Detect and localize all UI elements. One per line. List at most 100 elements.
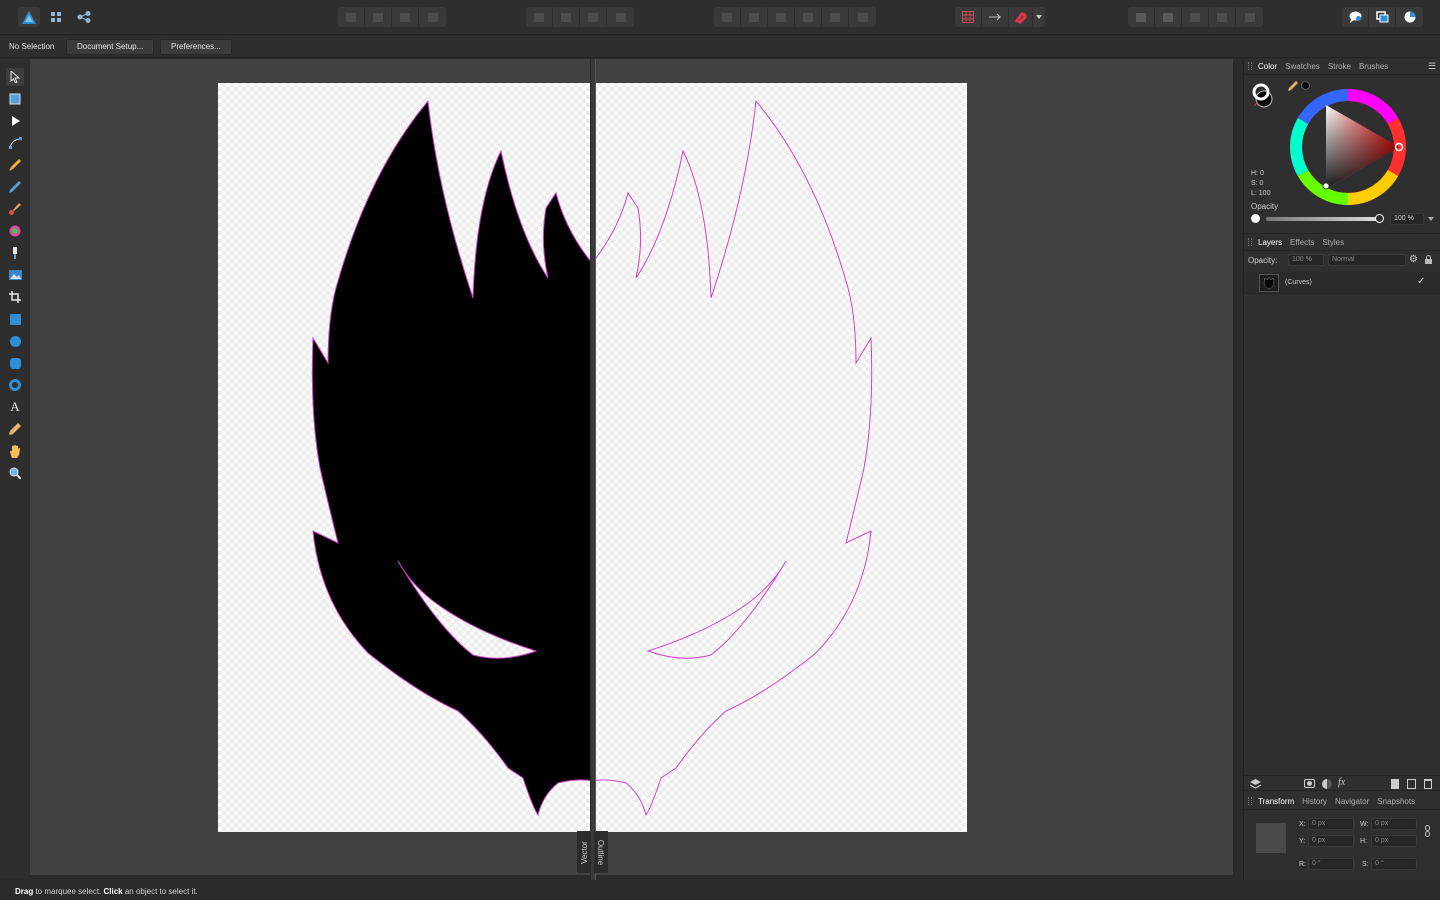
tab-stroke[interactable]: Stroke <box>1328 62 1351 71</box>
fx-effects-icon[interactable]: fx <box>1338 777 1345 788</box>
anchor-selector[interactable] <box>1256 823 1286 853</box>
shear-field[interactable]: 0 ° <box>1371 858 1417 870</box>
tab-history[interactable]: History <box>1302 797 1327 806</box>
move-forward-icon[interactable] <box>392 7 419 27</box>
tab-layers[interactable]: Layers <box>1258 238 1282 247</box>
pixel-persona-icon[interactable] <box>45 7 67 27</box>
align-right-icon[interactable] <box>768 7 795 27</box>
link-aspect-icon[interactable] <box>1425 825 1430 839</box>
move-to-front-icon[interactable] <box>419 7 446 27</box>
color-wheel[interactable] <box>1289 88 1407 208</box>
canvas-workspace[interactable]: Vector Outline <box>30 59 1233 885</box>
pen-tool-icon[interactable] <box>6 156 24 174</box>
grid-icon[interactable] <box>955 7 982 27</box>
alignment-guide-icon[interactable] <box>982 7 1009 27</box>
layer-opacity-field[interactable]: 100 % <box>1288 254 1324 266</box>
flip-rotate-group <box>526 7 634 27</box>
status-click-keyword: Click <box>103 887 123 896</box>
boolean-divide-icon[interactable] <box>1236 7 1263 27</box>
shape-palette-icon[interactable] <box>1396 7 1423 27</box>
tab-transform[interactable]: Transform <box>1258 797 1294 806</box>
tab-brushes[interactable]: Brushes <box>1359 62 1388 71</box>
opacity-slider-handle[interactable] <box>1375 214 1384 223</box>
align-top-icon[interactable] <box>795 7 822 27</box>
node-tool-icon[interactable] <box>6 112 24 130</box>
adjustment-layer-icon[interactable] <box>1322 779 1332 789</box>
boolean-xor-icon[interactable] <box>1209 7 1236 27</box>
zoom-tool-icon[interactable] <box>6 464 24 482</box>
ellipse-tool-icon[interactable] <box>6 332 24 350</box>
assistant-icon[interactable] <box>1342 7 1369 27</box>
add-group-icon[interactable] <box>1407 779 1416 789</box>
boolean-intersect-icon[interactable] <box>1182 7 1209 27</box>
crop-tool-icon[interactable] <box>6 288 24 306</box>
fill-stroke-swatch[interactable] <box>1252 83 1280 111</box>
preferences-button[interactable]: Preferences... <box>160 39 232 55</box>
vector-view-tab[interactable]: Vector <box>577 831 591 873</box>
tab-swatches[interactable]: Swatches <box>1285 62 1320 71</box>
layer-lock-icon[interactable] <box>1425 255 1432 266</box>
duplicate-icon[interactable] <box>1369 7 1396 27</box>
opacity-dropdown-icon[interactable] <box>1428 214 1434 223</box>
align-bottom-icon[interactable] <box>849 7 876 27</box>
delete-layer-trash-icon[interactable] <box>1424 779 1432 789</box>
move-tool-icon[interactable] <box>6 68 24 86</box>
snapping-dropdown-icon[interactable] <box>1033 7 1045 27</box>
mask-layer-icon[interactable] <box>1304 779 1315 788</box>
designer-persona-icon[interactable] <box>18 7 40 27</box>
tab-effects[interactable]: Effects <box>1290 238 1314 247</box>
boolean-subtract-icon[interactable] <box>1155 7 1182 27</box>
rotate-left-icon[interactable] <box>580 7 607 27</box>
panel-menu-icon[interactable]: ☰ <box>1428 61 1436 72</box>
align-left-icon[interactable] <box>714 7 741 27</box>
color-picker-tool-icon[interactable] <box>6 420 24 438</box>
opacity-value-field[interactable]: 100 % <box>1390 213 1424 225</box>
outline-view-tab[interactable]: Outline <box>594 831 608 873</box>
w-field[interactable]: 0 px <box>1371 818 1417 830</box>
rotation-field[interactable]: 0 ° <box>1308 858 1354 870</box>
boolean-group <box>1128 7 1263 27</box>
boolean-add-icon[interactable] <box>1128 7 1155 27</box>
rounded-rectangle-tool-icon[interactable] <box>6 354 24 372</box>
move-back-icon[interactable] <box>365 7 392 27</box>
export-persona-icon[interactable] <box>73 7 95 27</box>
align-center-icon[interactable] <box>741 7 768 27</box>
layers-stack-icon[interactable] <box>1249 779 1262 791</box>
blend-mode-select[interactable]: Normal <box>1328 254 1406 266</box>
vector-brush-tool-icon[interactable] <box>6 200 24 218</box>
layer-row-curves[interactable]: (Curves) ✓ <box>1244 272 1440 294</box>
transform-panel-tabs: Transform History Navigator Snapshots <box>1244 794 1440 808</box>
y-field[interactable]: 0 px <box>1308 835 1354 847</box>
artistic-text-tool-icon[interactable]: A <box>6 398 24 416</box>
flip-vertical-icon[interactable] <box>553 7 580 27</box>
split-view-divider[interactable] <box>590 59 596 885</box>
tab-navigator[interactable]: Navigator <box>1335 797 1369 806</box>
opacity-slider[interactable] <box>1266 217 1380 221</box>
document-setup-button[interactable]: Document Setup... <box>66 39 155 55</box>
view-hand-tool-icon[interactable] <box>6 442 24 460</box>
layer-settings-gear-icon[interactable]: ⚙ <box>1409 254 1418 265</box>
x-field[interactable]: 0 px <box>1308 818 1354 830</box>
flip-horizontal-icon[interactable] <box>526 7 553 27</box>
layer-visibility-check-icon[interactable]: ✓ <box>1417 276 1425 287</box>
h-field[interactable]: 0 px <box>1371 835 1417 847</box>
place-image-tool-icon[interactable] <box>6 266 24 284</box>
hue-label: H: 0 <box>1251 170 1264 177</box>
tab-snapshots[interactable]: Snapshots <box>1377 797 1415 806</box>
point-transform-tool-icon[interactable] <box>6 134 24 152</box>
transparency-tool-icon[interactable] <box>6 244 24 262</box>
tab-styles[interactable]: Styles <box>1322 238 1344 247</box>
move-to-back-icon[interactable] <box>338 7 365 27</box>
pencil-tool-icon[interactable] <box>6 178 24 196</box>
curves-outline-path <box>591 99 873 817</box>
rotate-right-icon[interactable] <box>607 7 634 27</box>
snapping-magnet-icon[interactable] <box>1009 7 1033 27</box>
add-pixel-layer-icon[interactable] <box>1391 779 1399 789</box>
lightness-label: L: 100 <box>1251 190 1271 197</box>
align-middle-icon[interactable] <box>822 7 849 27</box>
donut-tool-icon[interactable] <box>6 376 24 394</box>
rectangle-tool-icon[interactable] <box>6 310 24 328</box>
artboard-tool-icon[interactable] <box>6 90 24 108</box>
fill-tool-icon[interactable] <box>6 222 24 240</box>
tab-color[interactable]: Color <box>1258 62 1277 71</box>
